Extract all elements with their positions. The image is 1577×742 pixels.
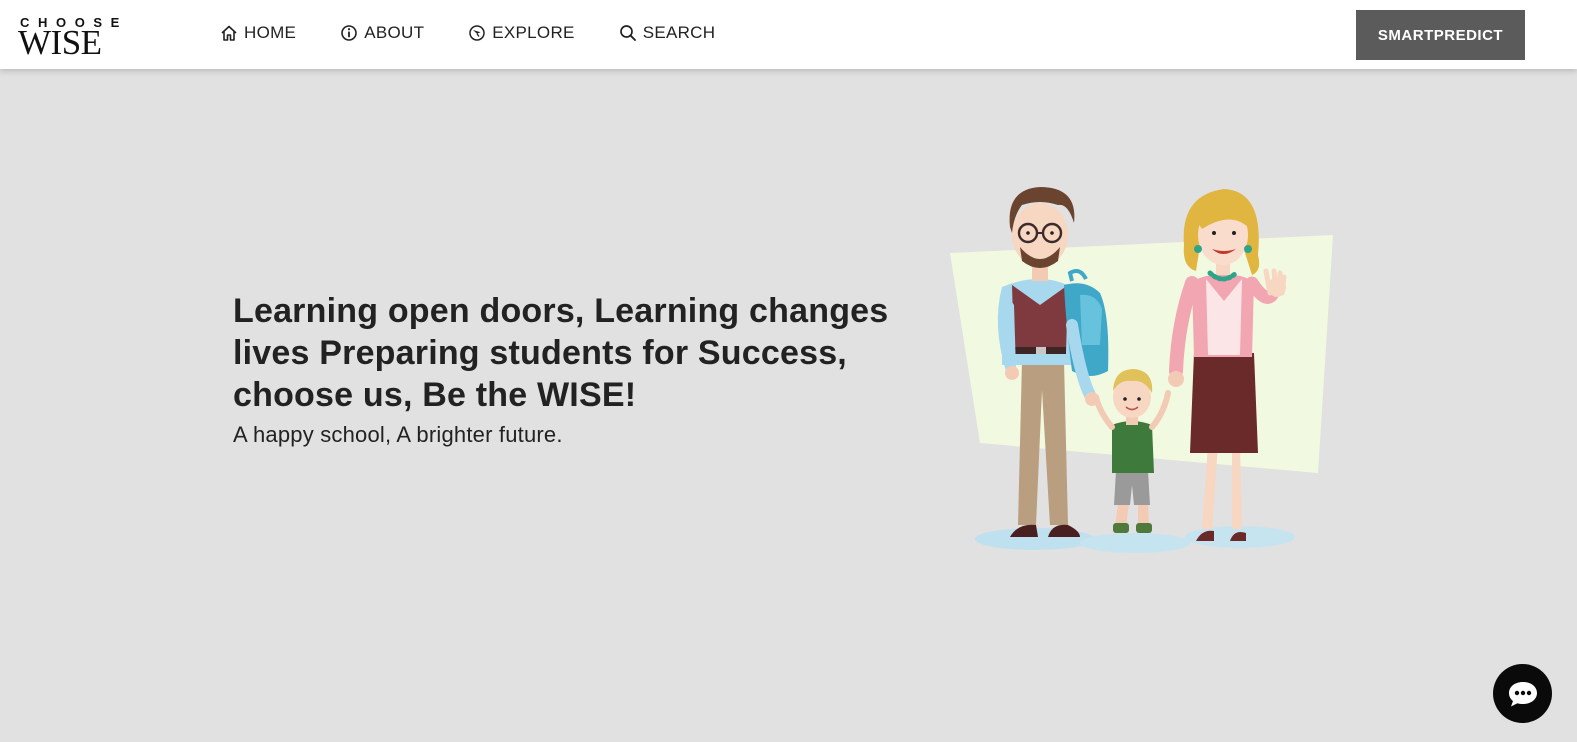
choose-wise-logo[interactable]: CHOOSE WISE	[18, 16, 170, 62]
nav-about-label: ABOUT	[364, 23, 425, 42]
top-navbar: CHOOSE WISE HOME ABOUT EXPLORE SEARCH SM…	[0, 0, 1577, 69]
info-icon	[341, 25, 358, 41]
nav-about[interactable]: ABOUT	[340, 22, 424, 44]
family-illustration	[950, 187, 1333, 553]
hero-headline: Learning open doors, Learning changes li…	[233, 292, 889, 414]
nav-home-label: HOME	[244, 23, 297, 42]
nav-explore-label: EXPLORE	[492, 23, 575, 42]
home-icon	[221, 25, 237, 41]
chat-bubble-icon	[1508, 681, 1537, 706]
nav-search[interactable]: SEARCH	[619, 22, 716, 44]
hero-section: Learning open doors, Learning changes li…	[233, 290, 933, 448]
hero-tagline: A happy school, A brighter future.	[233, 422, 563, 447]
nav-home[interactable]: HOME	[220, 22, 296, 44]
main-nav: HOME ABOUT EXPLORE SEARCH	[220, 22, 759, 44]
smartpredict-button[interactable]: SMARTPREDICT	[1356, 10, 1525, 60]
chat-widget-button[interactable]	[1493, 664, 1552, 723]
nav-explore[interactable]: EXPLORE	[468, 22, 574, 44]
nav-search-label: SEARCH	[642, 23, 716, 42]
logo-bottom-text: WISE	[18, 23, 102, 62]
search-icon	[619, 25, 636, 41]
compass-icon	[469, 25, 486, 41]
